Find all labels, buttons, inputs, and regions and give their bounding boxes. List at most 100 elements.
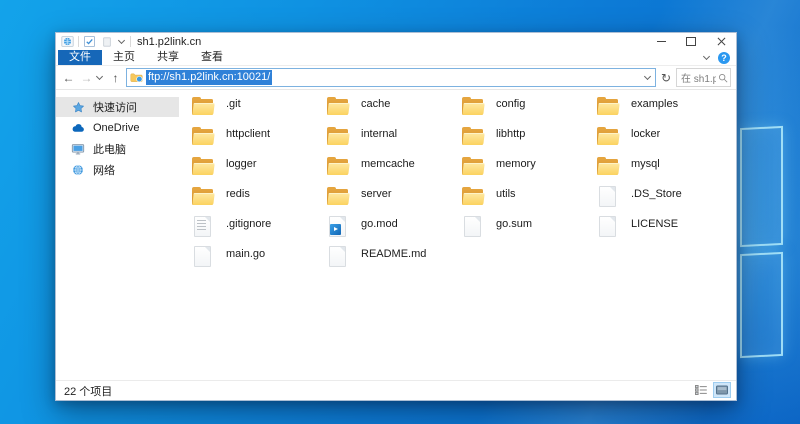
sidebar-item-onedrive[interactable]: OneDrive: [56, 118, 179, 138]
sidebar-item-network[interactable]: 网络: [56, 160, 179, 180]
desktop: sh1.p2link.cn 文件 主页 共享 查看 ? ← → ↑ ftp://…: [0, 0, 800, 424]
file-item-config[interactable]: config: [461, 93, 596, 123]
sidebar-item-quick-access[interactable]: 快速访问: [56, 97, 179, 117]
file-icon: [596, 216, 620, 237]
close-icon: [717, 37, 725, 46]
file-icon: [326, 246, 350, 267]
help-icon[interactable]: ?: [718, 51, 730, 64]
window-title: sh1.p2link.cn: [137, 35, 202, 48]
forward-button[interactable]: →: [79, 72, 94, 84]
file-label: README.md: [361, 248, 427, 260]
folder-icon: [461, 186, 485, 207]
ftp-site-icon: [61, 35, 74, 48]
file-label: main.go: [226, 248, 266, 260]
titlebar-separator: [78, 36, 79, 47]
file-item-README.md[interactable]: README.md: [326, 243, 461, 273]
sidebar-item-this-pc[interactable]: 此电脑: [56, 139, 179, 159]
address-bar[interactable]: ftp://sh1.p2link.cn:10021/: [126, 68, 656, 87]
up-button[interactable]: ↑: [108, 72, 123, 84]
file-item-redis[interactable]: redis: [191, 183, 326, 213]
file-label: libhttp: [496, 128, 526, 140]
file-label: examples: [631, 98, 679, 110]
file-item-memory[interactable]: memory: [461, 153, 596, 183]
file-item-memcache[interactable]: memcache: [326, 153, 461, 183]
globe-icon: [71, 163, 85, 177]
search-box[interactable]: 在 sh1.p2l...: [676, 68, 731, 87]
file-item-.DS_Store[interactable]: .DS_Store: [596, 183, 731, 213]
file-item-.gitignore[interactable]: .gitignore: [191, 213, 326, 243]
document-icon[interactable]: [100, 35, 113, 48]
back-button[interactable]: ←: [61, 72, 76, 84]
details-view-button[interactable]: [692, 382, 710, 398]
file-item-internal[interactable]: internal: [326, 123, 461, 153]
close-button[interactable]: [706, 33, 736, 50]
properties-check-icon[interactable]: [83, 35, 96, 48]
details-view-icon: [695, 385, 707, 395]
file-label: .gitignore: [226, 218, 272, 230]
ribbon-tabs: 文件 主页 共享 查看: [56, 50, 234, 65]
folder-icon: [326, 186, 350, 207]
file-label: .DS_Store: [631, 188, 682, 200]
file-item-utils[interactable]: utils: [461, 183, 596, 213]
file-label: memcache: [361, 158, 415, 170]
folder-icon: [461, 96, 485, 117]
file-item-server[interactable]: server: [326, 183, 461, 213]
maximize-button[interactable]: [676, 33, 706, 50]
sidebar: 快速访问 OneDrive 此电脑 网络: [56, 90, 181, 380]
ftp-folder-icon: [130, 71, 143, 84]
titlebar: sh1.p2link.cn: [56, 33, 736, 50]
sidebar-item-label: 快速访问: [93, 102, 137, 114]
file-item-httpclient[interactable]: httpclient: [191, 123, 326, 153]
file-item-go.sum[interactable]: go.sum: [461, 213, 596, 243]
tab-home[interactable]: 主页: [102, 50, 146, 65]
view-buttons: [692, 382, 731, 398]
file-item-main.go[interactable]: main.go: [191, 243, 326, 273]
explorer-window: sh1.p2link.cn 文件 主页 共享 查看 ? ← → ↑ ftp://…: [55, 32, 737, 401]
window-controls: [646, 33, 736, 50]
file-item-.git[interactable]: .git: [191, 93, 326, 123]
file-lines-icon: [191, 216, 215, 237]
file-label: httpclient: [226, 128, 271, 140]
file-item-logger[interactable]: logger: [191, 153, 326, 183]
star-icon: [71, 100, 85, 114]
address-input[interactable]: ftp://sh1.p2link.cn:10021/: [146, 70, 273, 85]
tab-file[interactable]: 文件: [58, 50, 102, 65]
file-label: logger: [226, 158, 257, 170]
file-item-locker[interactable]: locker: [596, 123, 731, 153]
file-label: utils: [496, 188, 516, 200]
minimize-button[interactable]: [646, 33, 676, 50]
status-bar: 22 个项目: [56, 380, 736, 400]
ribbon-right: ?: [702, 50, 730, 65]
ribbon-expand-chevron-icon[interactable]: [702, 52, 711, 61]
file-label: mysql: [631, 158, 660, 170]
qat-customize-chevron-icon[interactable]: [117, 36, 126, 45]
file-label: locker: [631, 128, 661, 140]
navigation-bar: ← → ↑ ftp://sh1.p2link.cn:10021/ ↻ 在 sh1…: [56, 66, 736, 90]
folder-icon: [326, 96, 350, 117]
file-label: go.mod: [361, 218, 398, 230]
file-label: .git: [226, 98, 241, 110]
maximize-icon: [686, 37, 696, 46]
file-label: LICENSE: [631, 218, 679, 230]
folder-icon: [326, 156, 350, 177]
folder-icon: [596, 156, 620, 177]
file-item-go.mod[interactable]: go.mod: [326, 213, 461, 243]
file-icon: [461, 216, 485, 237]
file-item-cache[interactable]: cache: [326, 93, 461, 123]
windows-logo-pane-bottom: [740, 251, 783, 359]
tab-share[interactable]: 共享: [146, 50, 190, 65]
address-dropdown-chevron-icon[interactable]: [643, 72, 652, 81]
icons-view-icon: [716, 385, 728, 395]
file-icon: [191, 246, 215, 267]
file-item-examples[interactable]: examples: [596, 93, 731, 123]
recent-locations-chevron-icon[interactable]: [95, 72, 105, 81]
file-item-mysql[interactable]: mysql: [596, 153, 731, 183]
file-label: config: [496, 98, 526, 110]
refresh-button[interactable]: ↻: [659, 71, 673, 85]
file-item-LICENSE[interactable]: LICENSE: [596, 213, 731, 243]
file-item-libhttp[interactable]: libhttp: [461, 123, 596, 153]
tab-view[interactable]: 查看: [190, 50, 234, 65]
icons-view-button[interactable]: [713, 382, 731, 398]
titlebar-separator: [130, 36, 131, 47]
folder-icon: [596, 126, 620, 147]
